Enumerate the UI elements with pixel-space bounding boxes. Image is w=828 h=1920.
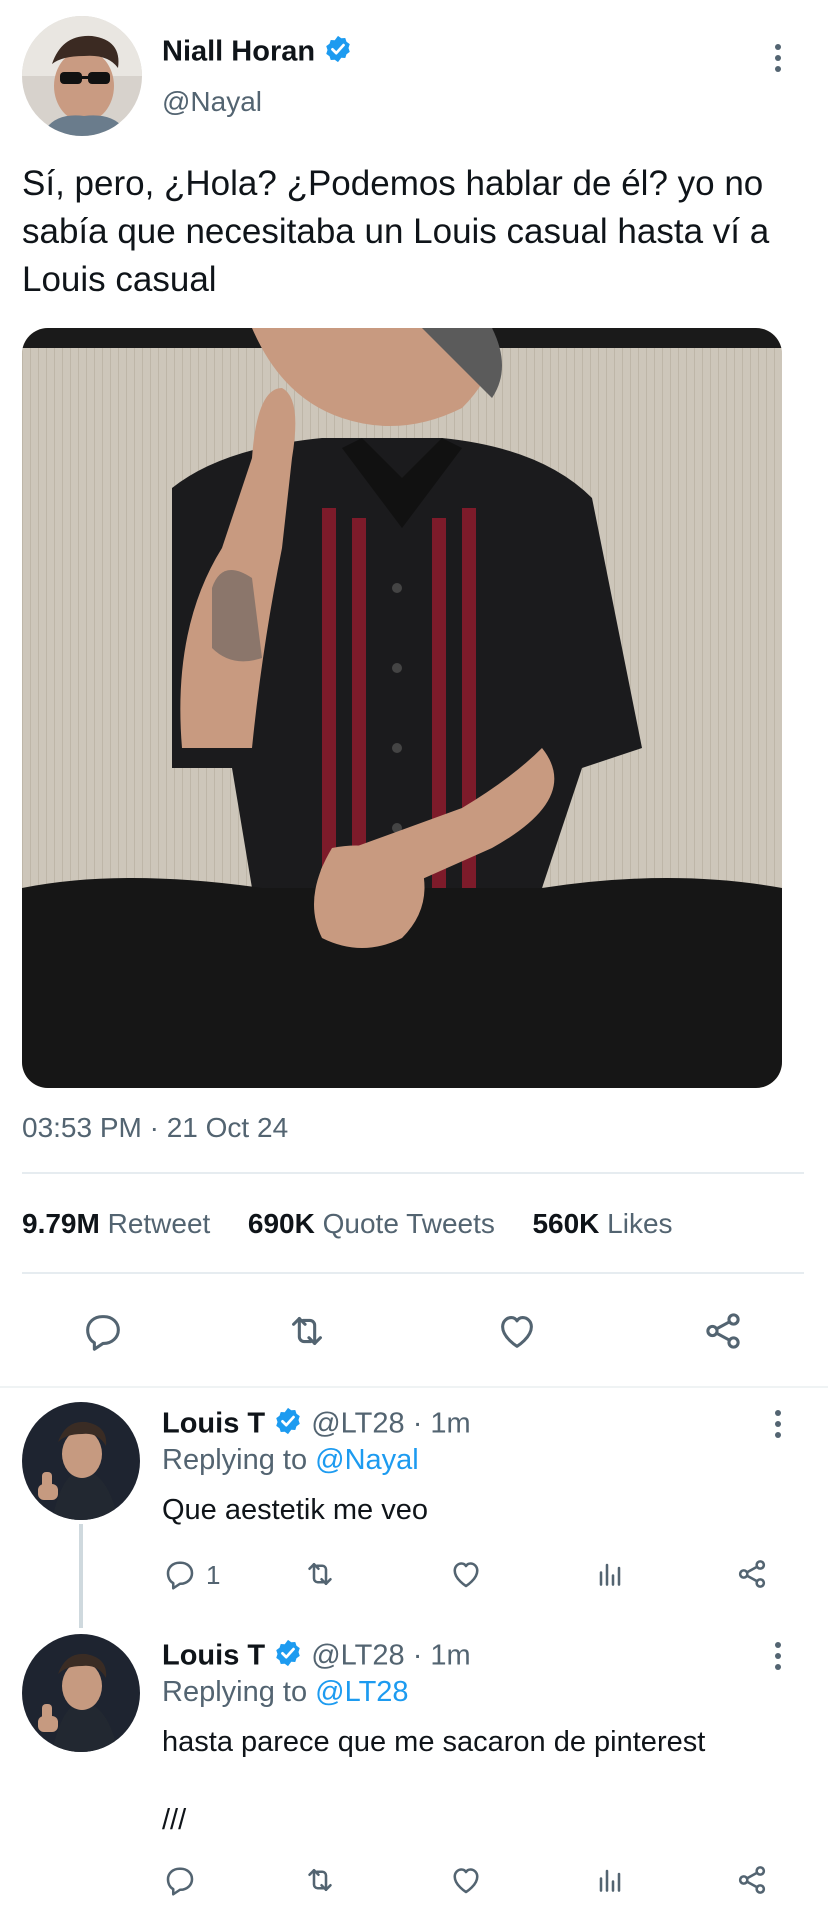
share-icon[interactable] — [734, 1862, 770, 1903]
verified-badge-icon — [273, 1406, 303, 1444]
quotes-label: Quote Tweets — [322, 1208, 495, 1239]
author-name-row: Niall Horan — [162, 34, 353, 72]
tweet-timestamp[interactable]: 03:53 PM · 21 Oct 24 — [22, 1112, 288, 1144]
like-icon[interactable] — [448, 1862, 484, 1903]
replying-to-line: Replying to @LT28 — [162, 1676, 409, 1709]
author-avatar[interactable] — [22, 16, 142, 136]
retweets-label: Retweet — [107, 1208, 211, 1239]
reply-text-second-line: /// — [162, 1804, 187, 1836]
share-icon[interactable] — [700, 1308, 746, 1359]
replying-to-label: Replying to — [162, 1676, 308, 1708]
reply-author-handle[interactable]: @LT28 — [311, 1408, 404, 1440]
retweets-count: 9.79M — [22, 1208, 100, 1239]
likes-stat[interactable]: 560K Likes — [532, 1208, 672, 1239]
reply-icon[interactable] — [162, 1556, 198, 1597]
tweet-photo[interactable] — [22, 328, 782, 1088]
more-options-icon[interactable] — [774, 44, 782, 72]
retweet-icon[interactable] — [302, 1862, 338, 1903]
divider — [22, 1172, 804, 1174]
reply-count: 1 — [206, 1560, 221, 1590]
reply-thread-line — [79, 1524, 83, 1628]
reply-icon[interactable] — [80, 1308, 126, 1359]
replying-to-label: Replying to — [162, 1444, 308, 1476]
like-icon[interactable] — [494, 1308, 540, 1359]
retweet-icon[interactable] — [284, 1308, 330, 1359]
reply-time: · 1m — [412, 1407, 471, 1440]
reply-header: Louis T @LT28 · 1m — [162, 1406, 471, 1444]
more-options-icon[interactable] — [774, 1410, 782, 1438]
reply-author-name[interactable]: Louis T — [162, 1640, 265, 1672]
verified-badge-icon — [273, 1638, 303, 1676]
author-name[interactable]: Niall Horan — [162, 36, 315, 68]
reply-header: Louis T @LT28 · 1m — [162, 1638, 471, 1676]
author-handle[interactable]: @Nayal — [162, 86, 262, 118]
replying-to-line: Replying to @Nayal — [162, 1444, 419, 1477]
tweet-stats: 9.79M Retweet 690K Quote Tweets 560K Lik… — [22, 1208, 673, 1240]
replying-to-handle[interactable]: @Nayal — [315, 1444, 419, 1476]
reply-icon[interactable] — [162, 1862, 198, 1903]
verified-badge-icon — [323, 34, 353, 72]
reply-avatar[interactable] — [22, 1634, 140, 1752]
divider — [0, 1386, 828, 1388]
likes-count: 560K — [532, 1208, 600, 1239]
share-icon[interactable] — [734, 1556, 770, 1597]
quotes-stat[interactable]: 690K Quote Tweets — [248, 1208, 503, 1239]
divider — [22, 1272, 804, 1274]
analytics-icon[interactable] — [592, 1862, 628, 1903]
tweet-text: Sí, pero, ¿Hola? ¿Podemos hablar de él? … — [22, 164, 770, 299]
likes-label: Likes — [607, 1208, 673, 1239]
reply-text: hasta parece que me sacaron de pinterest — [162, 1726, 706, 1758]
retweet-icon[interactable] — [302, 1556, 338, 1597]
replying-to-handle[interactable]: @LT28 — [315, 1676, 408, 1708]
more-options-icon[interactable] — [774, 1642, 782, 1670]
reply-author-name[interactable]: Louis T — [162, 1408, 265, 1440]
reply-text: Que aestetik me veo — [162, 1494, 428, 1526]
like-icon[interactable] — [448, 1556, 484, 1597]
reply-author-handle[interactable]: @LT28 — [311, 1640, 404, 1672]
analytics-icon[interactable] — [592, 1556, 628, 1597]
quotes-count: 690K — [247, 1208, 315, 1239]
retweets-stat[interactable]: 9.79M Retweet — [22, 1208, 218, 1239]
reply-time: · 1m — [412, 1639, 471, 1672]
reply-avatar[interactable] — [22, 1402, 140, 1520]
